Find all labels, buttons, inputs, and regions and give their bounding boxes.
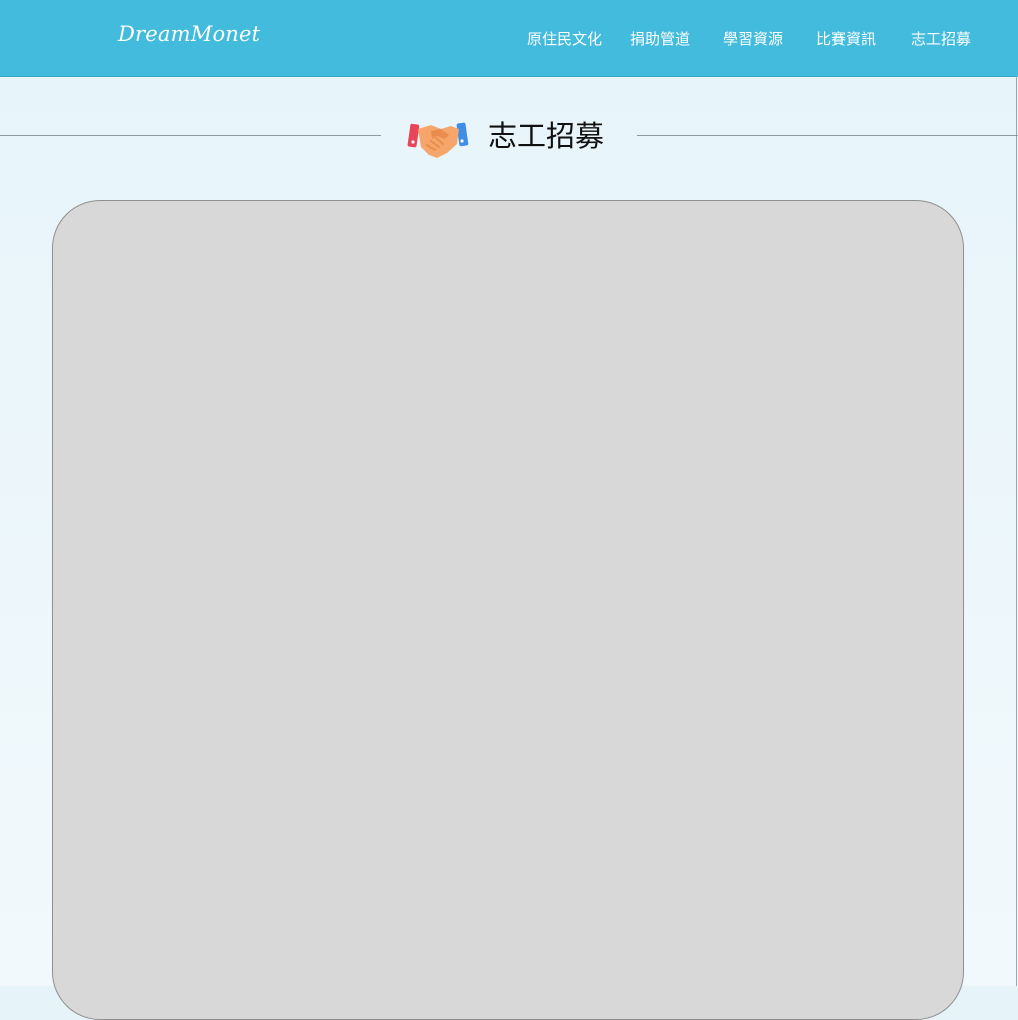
brand-logo[interactable]: DreamMonet [118, 22, 260, 46]
handshake-icon [407, 122, 469, 158]
nav-link-volunteer[interactable]: 志工招募 [911, 29, 971, 49]
page-right-border [1016, 76, 1017, 986]
volunteer-content-card [52, 200, 964, 1020]
section-divider-left [0, 135, 381, 136]
nav-link-competition-info[interactable]: 比賽資訊 [816, 29, 876, 49]
nav-link-learning-resources[interactable]: 學習資源 [723, 29, 783, 49]
section-divider-right [637, 135, 1018, 136]
nav-link-indigenous-culture[interactable]: 原住民文化 [527, 29, 602, 49]
nav-link-donation[interactable]: 捐助管道 [630, 29, 690, 49]
top-navbar: DreamMonet 原住民文化 捐助管道 學習資源 比賽資訊 志工招募 [0, 0, 1018, 77]
section-title: 志工招募 [488, 119, 605, 153]
